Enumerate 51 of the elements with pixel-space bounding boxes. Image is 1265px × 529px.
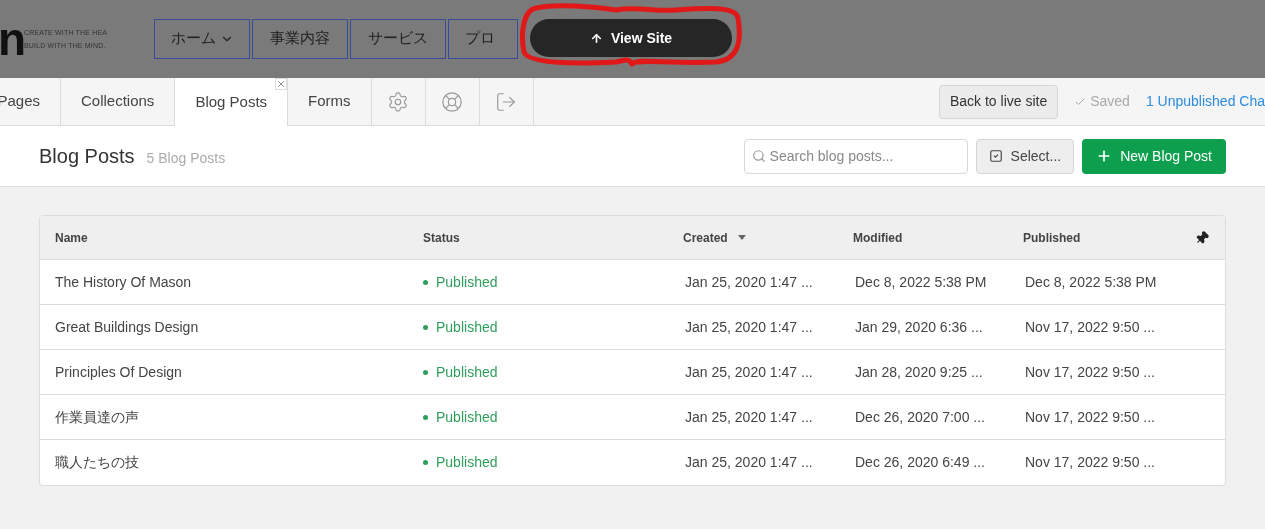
site-logo: n [0,16,24,62]
column-header[interactable]: Modified [853,228,903,247]
checkbox-icon [988,149,1003,163]
lifebuoy-icon [441,90,464,113]
exit-icon [495,90,518,113]
search-field[interactable]: Search blog posts... [743,138,968,174]
table-cell: Nov 17, 2022 9:50 ... [1025,454,1155,470]
site-nav-item[interactable]: サービス [350,18,446,59]
post-count: 5 Blog Posts [146,148,226,168]
close-icon[interactable] [275,78,288,90]
select-button[interactable]: Select... [975,138,1075,174]
site-nav-item[interactable]: 事業内容 [252,18,348,59]
status-label: Published [423,271,498,293]
table-cell: Jan 25, 2020 1:47 ... [685,363,813,380]
table-cell: Jan 29, 2020 6:36 ... [855,318,983,335]
table-cell: Dec 26, 2020 6:49 ... [855,454,985,470]
search-icon [751,148,766,163]
table-cell: Dec 8, 2022 5:38 PM [1025,273,1157,290]
post-name[interactable]: Great Buildings Design [55,318,199,335]
column-header[interactable]: Status [423,228,460,247]
table-cell: Nov 17, 2022 9:50 ... [1025,318,1155,335]
post-name[interactable]: The History Of Mason [55,273,192,290]
table-cell: Jan 28, 2020 9:25 ... [855,363,983,380]
column-header[interactable]: Name [55,228,88,247]
page-title: Blog Posts [39,144,135,169]
table-cell: Jan 25, 2020 1:47 ... [685,408,813,425]
table-cell: Nov 17, 2022 9:50 ... [1025,408,1155,425]
table-cell: Jan 25, 2020 1:47 ... [685,273,813,290]
table-cell: Jan 25, 2020 1:47 ... [685,318,813,335]
view-site-button[interactable]: View Site [530,19,732,57]
settings-icon [387,90,410,113]
saved-status: Saved [1074,91,1130,112]
status-label: Published [423,406,498,428]
table-cell: Jan 25, 2020 1:47 ... [685,454,813,470]
site-nav-item[interactable]: プロ [448,18,518,59]
status-label: Published [423,452,498,473]
status-label: Published [423,361,498,383]
nav-tab[interactable]: Forms [288,78,372,125]
back-to-live-site-button[interactable]: Back to live site [938,84,1059,119]
post-name[interactable]: 作業員達の声 [55,408,139,425]
table-cell: Nov 17, 2022 9:50 ... [1025,363,1155,380]
arrow-up-icon [589,31,603,45]
nav-tab[interactable]: Blog Posts [175,78,289,126]
column-header[interactable]: Published [1023,228,1081,247]
post-name[interactable]: 職人たちの技 [55,454,139,470]
post-name[interactable]: Principles Of Design [55,363,182,380]
status-label: Published [423,316,498,338]
table-cell: Dec 26, 2020 7:00 ... [855,408,985,425]
table-cell: Dec 8, 2022 5:38 PM [855,273,987,290]
column-header[interactable]: Created [683,228,746,247]
site-nav-item[interactable]: ホーム [154,18,250,59]
